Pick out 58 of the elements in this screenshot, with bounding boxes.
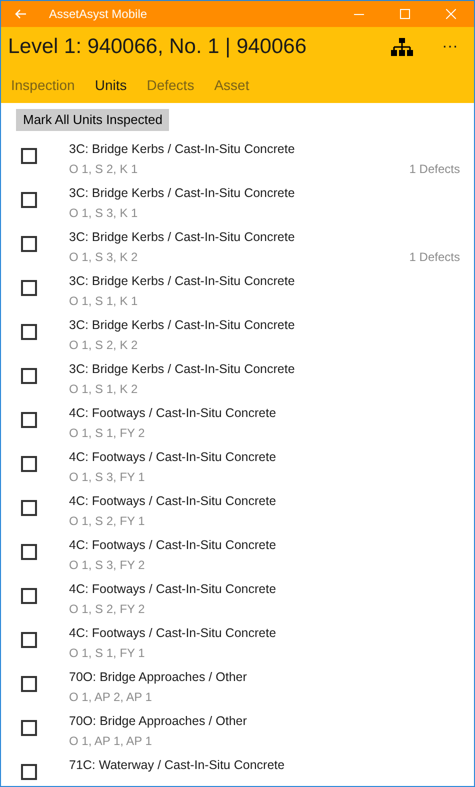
page-title: Level 1: 940066, No. 1 | 940066: [8, 34, 307, 60]
checkbox[interactable]: [21, 720, 37, 736]
unit-location: O 1, S 3, K 1: [69, 205, 138, 221]
unit-location: O 1, S 1, K 1: [69, 293, 138, 309]
checkbox[interactable]: [21, 148, 37, 164]
checkbox[interactable]: [21, 368, 37, 384]
unit-location: O 1, AP 2, AP 1: [69, 689, 152, 705]
tab[interactable]: Inspection: [11, 74, 75, 96]
unit-name: 3C: Bridge Kerbs / Cast-In-Situ Concrete: [69, 229, 296, 246]
defect-count: 1 Defects: [409, 161, 460, 177]
unit-name: 3C: Bridge Kerbs / Cast-In-Situ Concrete: [69, 361, 296, 378]
unit-name: 3C: Bridge Kerbs / Cast-In-Situ Concrete: [69, 141, 296, 158]
checkbox[interactable]: [21, 192, 37, 208]
maximize-icon: [400, 9, 410, 19]
unit-location: O 1, S 2, FY 1: [69, 513, 145, 529]
checkbox[interactable]: [21, 544, 37, 560]
unit-name: 71C: Waterway / Cast-In-Situ Concrete: [69, 757, 286, 774]
checkbox[interactable]: [21, 588, 37, 604]
unit-location: O 1, S 1, K 2: [69, 381, 138, 397]
tab[interactable]: Asset: [214, 74, 250, 96]
defect-count: 1 Defects: [409, 249, 460, 265]
unit-name: 4C: Footways / Cast-In-Situ Concrete: [69, 537, 278, 554]
unit-location: O 1, S 2, K 2: [69, 337, 138, 353]
checkbox[interactable]: [21, 236, 37, 252]
more-button[interactable]: ···: [430, 31, 470, 63]
checkbox[interactable]: [21, 280, 37, 296]
unit-location: O 1, S 3, K 2: [69, 249, 138, 265]
unit-name: 4C: Footways / Cast-In-Situ Concrete: [69, 581, 278, 598]
checkbox[interactable]: [21, 632, 37, 648]
back-arrow-icon: [15, 9, 27, 19]
checkbox[interactable]: [21, 764, 37, 780]
unit-name: 70O: Bridge Approaches / Other: [69, 713, 248, 730]
unit-location: O 1, S 2, FY 2: [69, 601, 145, 617]
unit-location: O 1, S 3, FY 1: [69, 469, 145, 485]
checkbox[interactable]: [21, 324, 37, 340]
tab[interactable]: Units: [94, 74, 127, 96]
tab[interactable]: Defects: [146, 74, 194, 96]
hierarchy-icon: [391, 38, 413, 56]
checkbox[interactable]: [21, 500, 37, 516]
unit-location: O 1, S 3, FY 2: [69, 557, 145, 573]
close-icon: [446, 9, 456, 19]
unit-name: 4C: Footways / Cast-In-Situ Concrete: [69, 493, 278, 510]
checkbox[interactable]: [21, 456, 37, 472]
unit-name: 3C: Bridge Kerbs / Cast-In-Situ Concrete: [69, 185, 296, 202]
unit-location: O 1, S 1, FY 2: [69, 425, 145, 441]
unit-name: 4C: Footways / Cast-In-Situ Concrete: [69, 405, 278, 422]
unit-name: 3C: Bridge Kerbs / Cast-In-Situ Concrete: [69, 317, 296, 334]
window-title: AssetAsyst Mobile: [49, 6, 148, 23]
unit-name: 3C: Bridge Kerbs / Cast-In-Situ Concrete: [69, 273, 296, 290]
unit-name: 4C: Footways / Cast-In-Situ Concrete: [69, 449, 278, 466]
unit-location: O 1, S 2, K 1: [69, 161, 138, 177]
unit-location: O 1, AP 1, AP 1: [69, 733, 152, 749]
unit-location: O 1, S 1, FY 1: [69, 645, 145, 661]
unit-name: 4C: Footways / Cast-In-Situ Concrete: [69, 625, 278, 642]
unit-name: 70O: Bridge Approaches / Other: [69, 669, 248, 686]
checkbox[interactable]: [21, 676, 37, 692]
checkbox[interactable]: [21, 412, 37, 428]
mark-all-button[interactable]: Mark All Units Inspected: [16, 108, 170, 131]
